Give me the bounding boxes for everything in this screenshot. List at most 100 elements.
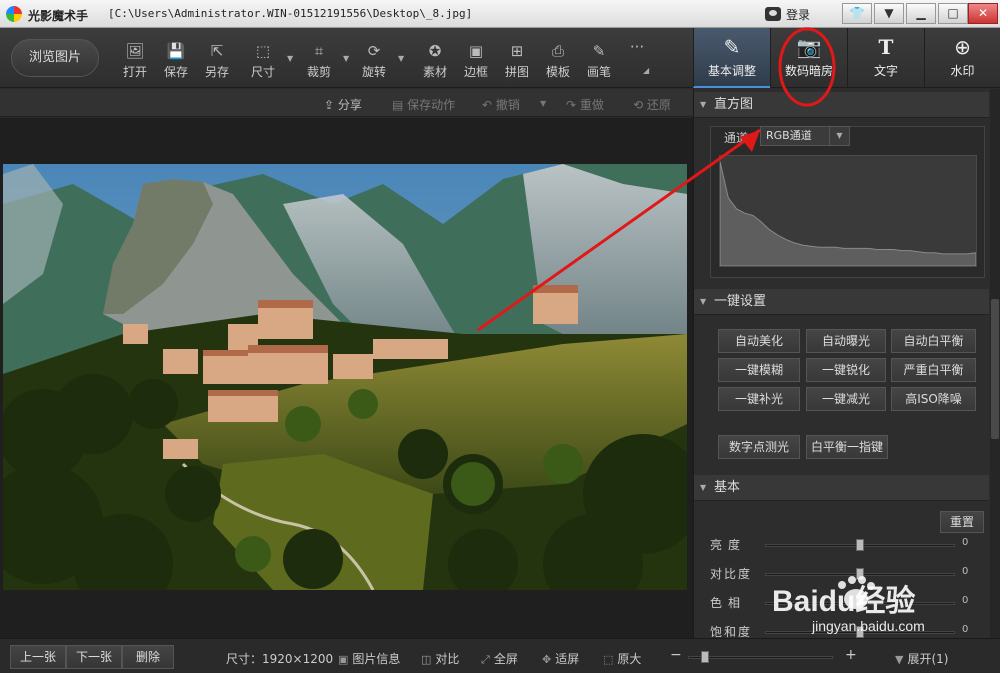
template-button[interactable]: ⎙ 模板 (538, 42, 578, 80)
auto-beautify-button[interactable]: 自动美化 (718, 329, 800, 353)
fullscreen-icon: ⤢ (481, 653, 490, 666)
file-path: [C:\Users\Administrator.WIN-01512191556\… (108, 7, 473, 20)
share-button[interactable]: ⇪ 分享 (324, 96, 362, 113)
image-info-button[interactable]: ▣ 图片信息 (338, 650, 400, 667)
channel-label: 通道 (724, 131, 749, 145)
adjust-icon: ✎ (723, 35, 741, 59)
channel-select-value: RGB通道 (766, 129, 812, 142)
auto-white-balance-button[interactable]: 自动白平衡 (891, 329, 976, 353)
reset-button[interactable]: 重置 (940, 511, 984, 533)
save-action-icon: ▤ (392, 98, 408, 112)
zoom-slider[interactable] (688, 651, 833, 663)
original-size-button[interactable]: ⬚ 原大 (603, 650, 641, 667)
minimize-button[interactable]: ▁ (906, 3, 936, 24)
basic-header[interactable]: 基本 (694, 475, 989, 501)
resize-icon: ⬚ (255, 42, 271, 60)
white-balance-picker-button[interactable]: 白平衡一指键 (806, 435, 888, 459)
high-iso-denoise-button[interactable]: 高ISO降噪 (891, 387, 976, 411)
restore-icon: ⟲ (633, 98, 647, 112)
rotate-dropdown-icon[interactable]: ▼ (398, 54, 404, 63)
border-button[interactable]: ▣ 边框 (456, 42, 496, 80)
minimize-icon: ▁ (916, 6, 926, 20)
browse-images-button[interactable]: 浏览图片 (11, 39, 99, 77)
crop-button[interactable]: ⌗ 裁剪 (299, 42, 339, 80)
tab-digital-darkroom[interactable]: 📷 数码暗房 (770, 28, 847, 88)
undo-dropdown-icon[interactable]: ▼ (540, 99, 546, 108)
prev-image-button[interactable]: 上一张 (10, 645, 66, 669)
next-image-button[interactable]: 下一张 (66, 645, 122, 669)
zoom-slider-handle[interactable] (701, 651, 709, 663)
tab-basic-adjust-label: 基本调整 (707, 64, 756, 78)
landscape-photo[interactable] (3, 164, 687, 590)
more-dropdown-icon[interactable]: ◢ (643, 66, 649, 75)
maximize-button[interactable]: □ (938, 3, 968, 24)
channel-select[interactable]: RGB通道 ▼ (760, 126, 850, 146)
redo-button[interactable]: ↷ 重做 (566, 96, 604, 113)
text-icon: T (878, 35, 894, 59)
more-icon: ··· (629, 38, 645, 56)
expand-icon: ▼ (895, 653, 904, 666)
save-icon: 💾 (166, 42, 186, 60)
crop-dropdown-icon[interactable]: ▼ (343, 54, 349, 63)
more-tools-button[interactable]: ··· (617, 38, 657, 56)
zoom-in-button[interactable]: + (845, 647, 857, 663)
brush-label: 画笔 (586, 65, 611, 79)
save-as-button[interactable]: ⇱ 另存 (197, 42, 237, 80)
fit-screen-button[interactable]: ✥ 适屏 (542, 650, 579, 667)
maximize-icon: □ (947, 6, 959, 20)
one-click-blur-button[interactable]: 一键模糊 (718, 358, 800, 382)
brightness-label: 亮度 (710, 538, 747, 552)
panel-scrollbar-thumb[interactable] (991, 299, 999, 439)
open-label: 打开 (122, 65, 147, 79)
delete-image-button[interactable]: 删除 (122, 645, 174, 669)
skin-button[interactable]: 👕 (842, 3, 872, 24)
resize-label: 尺寸 (250, 65, 275, 79)
expand-button[interactable]: ▼ 展开(1) (895, 650, 948, 667)
login-button[interactable]: 登录 (765, 4, 810, 24)
fit-screen-label: 适屏 (555, 652, 580, 666)
compare-icon: ◫ (421, 653, 432, 666)
app-title: 光影魔术手 (28, 9, 89, 23)
tab-digital-darkroom-label: 数码暗房 (784, 64, 833, 78)
tab-watermark[interactable]: ⊕ 水印 (924, 28, 1000, 88)
material-button[interactable]: ✪ 素材 (415, 42, 455, 80)
rotate-button[interactable]: ⟳ 旋转 (354, 42, 394, 80)
auto-exposure-button[interactable]: 自动曝光 (806, 329, 886, 353)
menu-button[interactable]: ▼ (874, 3, 904, 24)
image-canvas (0, 118, 693, 638)
crop-label: 裁剪 (306, 65, 331, 79)
restore-button[interactable]: ⟲ 还原 (633, 96, 671, 113)
login-label: 登录 (786, 7, 811, 22)
save-button[interactable]: 💾 保存 (156, 42, 196, 80)
close-button[interactable]: ✕ (968, 3, 998, 24)
material-icon: ✪ (428, 42, 442, 60)
histogram-header[interactable]: 直方图 (694, 92, 989, 118)
brightness-slider-handle[interactable] (856, 539, 864, 551)
tab-text[interactable]: T 文字 (847, 28, 924, 88)
zoom-out-button[interactable]: − (670, 647, 682, 663)
one-click-header[interactable]: 一键设置 (694, 289, 989, 315)
undo-button[interactable]: ↶ 撤销 (482, 96, 520, 113)
one-click-fill-light-button[interactable]: 一键补光 (718, 387, 800, 411)
brush-button[interactable]: ✎ 画笔 (579, 42, 619, 80)
brightness-slider[interactable] (765, 539, 955, 551)
compare-button[interactable]: ◫ 对比 (421, 650, 459, 667)
collage-button[interactable]: ⊞ 拼图 (497, 42, 537, 80)
one-click-sharpen-button[interactable]: 一键锐化 (806, 358, 886, 382)
collage-label: 拼图 (504, 65, 529, 79)
resize-dropdown-icon[interactable]: ▼ (287, 54, 293, 63)
darkroom-icon: 📷 (796, 35, 822, 59)
contrast-label: 对比度 (710, 567, 753, 581)
open-button[interactable]: 🖼 打开 (115, 42, 155, 80)
right-panel: 直方图 通道 RGB通道 ▼ 一键设置 自动美化 自动曝光 自动白平衡 一键模糊… (693, 89, 1000, 639)
fullscreen-button[interactable]: ⤢ 全屏 (481, 650, 518, 667)
save-action-button[interactable]: ▤ 保存动作 (392, 96, 455, 113)
spot-metering-button[interactable]: 数字点测光 (718, 435, 800, 459)
panel-scrollbar[interactable] (990, 89, 1000, 638)
resize-button[interactable]: ⬚ 尺寸 (243, 42, 283, 80)
template-label: 模板 (545, 65, 570, 79)
one-click-reduce-light-button[interactable]: 一键减光 (806, 387, 886, 411)
severe-white-balance-button[interactable]: 严重白平衡 (891, 358, 976, 382)
save-as-icon: ⇱ (210, 42, 224, 60)
tab-basic-adjust[interactable]: ✎ 基本调整 (693, 28, 770, 88)
